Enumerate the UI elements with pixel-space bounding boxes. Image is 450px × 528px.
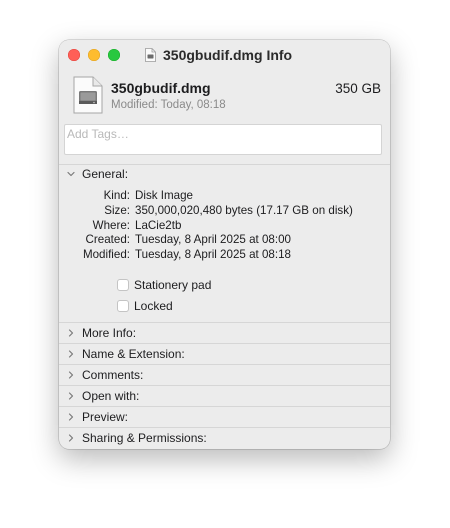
info-value: Disk Image bbox=[135, 189, 193, 202]
disk-image-document-icon bbox=[145, 48, 156, 62]
info-value: Tuesday, 8 April 2025 at 08:00 bbox=[135, 233, 291, 247]
section-more-info-header[interactable]: More Info: bbox=[59, 323, 390, 343]
chevron-right-icon[interactable] bbox=[67, 392, 75, 400]
tags-field[interactable] bbox=[64, 124, 382, 155]
info-key: Where: bbox=[92, 218, 130, 232]
section-sharing-permissions-header[interactable]: Sharing & Permissions: bbox=[59, 428, 390, 448]
file-modified-summary: Modified: Today, 08:18 bbox=[111, 99, 226, 111]
section-sharing-permissions-label: Sharing & Permissions: bbox=[82, 431, 207, 445]
section-open-with-label: Open with: bbox=[82, 389, 140, 403]
general-info-list: Kind: Disk Image Size: 350,000,020,480 b… bbox=[59, 189, 390, 263]
chevron-right-icon[interactable] bbox=[67, 434, 75, 442]
locked-label[interactable]: Locked bbox=[134, 299, 173, 313]
info-value: Tuesday, 8 April 2025 at 08:18 bbox=[135, 248, 291, 262]
section-more-info-label: More Info: bbox=[82, 326, 137, 340]
stationery-pad-checkbox[interactable] bbox=[117, 279, 129, 291]
locked-option[interactable]: Locked bbox=[117, 298, 173, 314]
title-bar[interactable]: 350gbudif.dmg Info bbox=[59, 40, 390, 69]
section-comments-header[interactable]: Comments: bbox=[59, 365, 390, 385]
info-row-modified: Modified: Tuesday, 8 April 2025 at 08:18 bbox=[59, 248, 390, 263]
info-row-size: Size: 350,000,020,480 bytes (17.17 GB on… bbox=[59, 204, 390, 219]
file-summary: 350gbudif.dmg 350 GB Modified: Today, 08… bbox=[59, 69, 390, 124]
info-row-created: Created: Tuesday, 8 April 2025 at 08:00 bbox=[59, 233, 390, 248]
section-preview-label: Preview: bbox=[82, 410, 129, 424]
chevron-right-icon[interactable] bbox=[67, 371, 75, 379]
info-value: LaCie2tb bbox=[135, 218, 182, 232]
info-row-kind: Kind: Disk Image bbox=[59, 189, 390, 204]
chevron-right-icon[interactable] bbox=[67, 413, 75, 421]
info-key: Modified: bbox=[82, 248, 130, 262]
window-title-group: 350gbudif.dmg Info bbox=[145, 46, 292, 64]
info-key: Kind: bbox=[103, 189, 130, 202]
file-size: 350 GB bbox=[335, 81, 381, 96]
locked-checkbox[interactable] bbox=[117, 300, 129, 312]
section-preview-header[interactable]: Preview: bbox=[59, 407, 390, 427]
info-key: Size: bbox=[104, 203, 130, 217]
disk-image-document-icon[interactable] bbox=[73, 76, 103, 114]
section-comments-label: Comments: bbox=[82, 368, 144, 382]
section-general-label: General: bbox=[82, 167, 129, 181]
info-window: 350gbudif.dmg Info 350gbudif.dmg 350 GB … bbox=[59, 40, 390, 449]
stationery-pad-label[interactable]: Stationery pad bbox=[134, 278, 211, 292]
chevron-right-icon[interactable] bbox=[67, 350, 75, 358]
file-name: 350gbudif.dmg bbox=[111, 80, 211, 96]
info-value: 350,000,020,480 bytes (17.17 GB on disk) bbox=[135, 203, 353, 217]
minimize-button[interactable] bbox=[88, 49, 100, 61]
section-name-extension-header[interactable]: Name & Extension: bbox=[59, 344, 390, 364]
stationery-pad-option[interactable]: Stationery pad bbox=[117, 277, 211, 293]
info-row-where: Where: LaCie2tb bbox=[59, 219, 390, 234]
window-title: 350gbudif.dmg Info bbox=[163, 47, 293, 63]
section-name-extension-label: Name & Extension: bbox=[82, 347, 185, 361]
tags-input[interactable] bbox=[67, 127, 367, 141]
close-button[interactable] bbox=[68, 49, 80, 61]
chevron-right-icon[interactable] bbox=[67, 329, 75, 337]
section-open-with-header[interactable]: Open with: bbox=[59, 386, 390, 406]
section-general-header[interactable]: General: bbox=[59, 164, 390, 184]
chevron-down-icon[interactable] bbox=[67, 170, 75, 178]
info-key: Created: bbox=[85, 233, 130, 247]
zoom-button[interactable] bbox=[108, 49, 120, 61]
